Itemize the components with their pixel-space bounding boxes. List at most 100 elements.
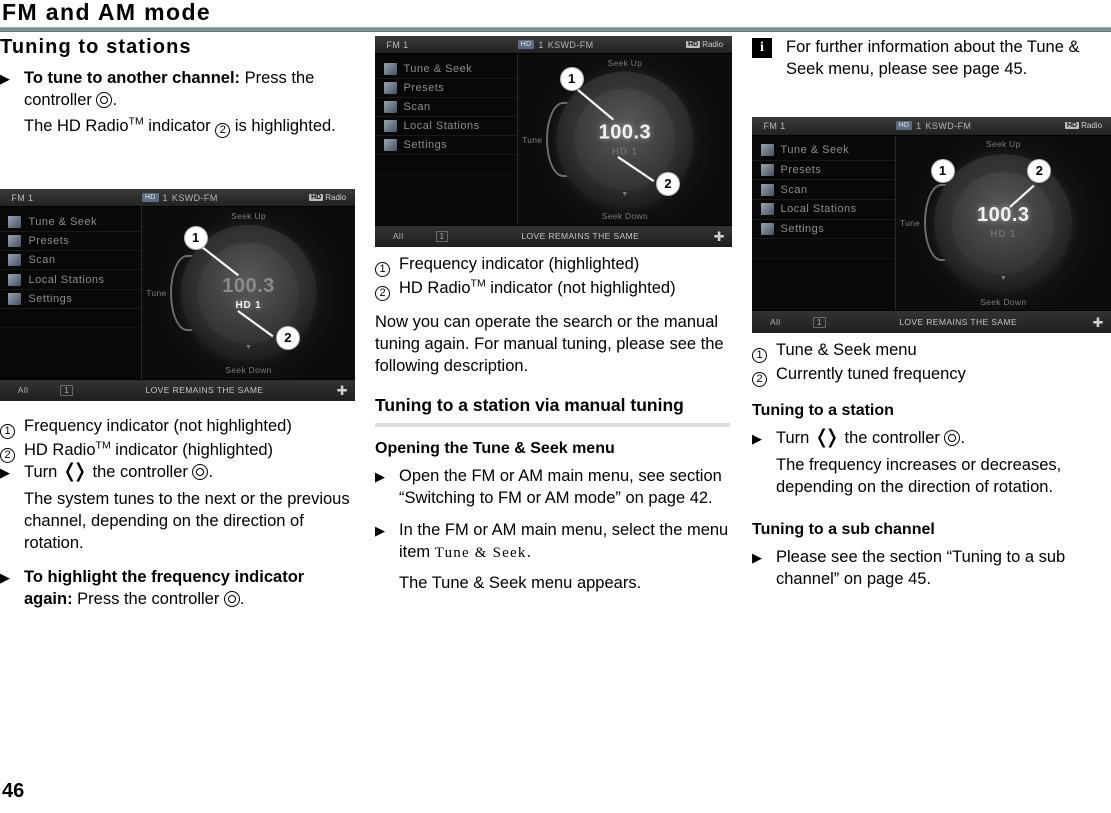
radio-menu-item-local-stations[interactable]: Local Stations [0,270,141,290]
radio-menu-item-settings[interactable]: Settings [375,136,517,156]
radio-menu-item-local-stations[interactable]: Local Stations [752,200,895,220]
radio-menu-item-settings[interactable]: Settings [0,290,141,309]
radio-topbar-center: HD 1 KSWD-FM [895,120,972,131]
tuning-dial[interactable]: 100.3 HD 1 [934,154,1073,292]
step-turn-controller-frequency: ▶ Turn ❬ ❭ the controller . [752,427,1111,450]
radio-menu-list[interactable]: Tune & Seek Presets Scan Local Stations … [375,54,518,225]
seek-down-label[interactable]: Seek Down [225,365,271,375]
radio-menu-item-label: Tune & Seek [28,215,98,228]
radio-menu-item-tune-seek[interactable]: Tune & Seek [0,213,141,232]
seek-down-tick-icon: ▼ [245,344,252,352]
call-sign: KSWD-FM [547,39,594,50]
band-filter-label: All [769,317,781,328]
minor-title-tuning-to-sub-channel: Tuning to a sub channel [752,521,935,538]
seek-down-tick-icon: ▼ [999,275,1007,283]
hd-radio-brand: HD Radio [309,193,346,202]
radio-source-label: FM 1 [763,120,786,131]
frequency-indicator: 100.3 [222,274,275,297]
tune-label[interactable]: Tune [146,288,166,298]
callout-bubble-1: 1 [560,67,583,90]
hd-radio-brand-text: Radio [702,40,724,50]
radio-menu-item-tune-seek[interactable]: Tune & Seek [752,141,895,161]
step-see-sub-channel-section: ▶ Please see the section “Tuning to a su… [752,546,1111,590]
radio-menu-item-label: Scan [403,100,431,113]
legend-row: 2 HD RadioTM indicator (not highlighted) [375,278,730,301]
radio-menu-filler [752,239,895,259]
hd-radio-indicator: HD 1 [611,145,638,157]
radio-menu-filler [0,309,141,329]
seek-up-label[interactable]: Seek Up [986,139,1021,149]
tune-label[interactable]: Tune [900,218,920,228]
now-playing-track: LOVE REMAINS THE SAME [899,317,1018,328]
seek-down-tick-icon: ▼ [621,190,629,198]
seek-up-label[interactable]: Seek Up [608,58,643,68]
step-text-a: Turn [776,429,814,447]
radio-topbar-center: HD 1 KSWD-FM [142,193,218,203]
radio-menu-item-local-stations[interactable]: Local Stations [375,117,517,137]
call-sign: KSWD-FM [925,120,972,131]
presets-icon [383,81,397,94]
legend-label: Currently tuned frequency [776,365,966,383]
tune-label[interactable]: Tune [522,135,542,145]
info-note-text: For further information about the Tune &… [786,38,1080,78]
radio-menu-item-label: Settings [780,222,825,235]
band-filter-label: All [17,385,29,396]
radio-topbar: FM 1 HD 1 KSWD-FM HD Radio [0,189,355,208]
page-number: 46 [2,780,25,802]
step-text-a: Turn [24,463,62,481]
radio-menu-item-label: Scan [28,254,56,267]
minor-title-opening-tune-seek: Opening the Tune & Seek menu [375,440,615,457]
radio-menu-list[interactable]: Tune & Seek Presets Scan Local Stations … [752,135,896,311]
callout-bubble-1: 1 [184,227,207,250]
figure-1-legend: 1 Frequency indicator (not highlighted) … [0,416,355,464]
section-title-manual-tuning: Tuning to a station via manual tuning [375,395,684,415]
radio-menu-item-tune-seek[interactable]: Tune & Seek [375,59,517,79]
bullet-triangle-icon: ▶ [375,469,385,484]
manual-page: FM and AM mode Tuning to stations ▶ To t… [0,0,1111,813]
radio-menu-item-presets[interactable]: Presets [0,232,141,252]
preset-number: 1 [538,39,544,50]
step-text: Turn ❬ ❭ the controller . [776,427,1111,449]
radio-screen-1: FM 1 HD 1 KSWD-FM HD Radio Tune & Seek P… [0,189,355,401]
radio-dial-area: Seek Up ▲ Tune 100.3 HD 1 ▼ Seek Dow [895,135,1111,311]
legend-key: 1 [752,340,776,363]
legend-label-b: indicator (highlighted) [110,441,274,459]
rotate-controller-icon: ❬ ❭ [61,460,88,482]
seek-down-label[interactable]: Seek Down [980,297,1026,307]
preset-badge: 1 [812,316,826,328]
callout-bubble-2: 2 [657,173,680,196]
trademark-superscript: TM [95,439,111,452]
seek-down-label[interactable]: Seek Down [602,211,648,221]
hd-radio-brand: HD Radio [1065,121,1102,130]
column-1: Tuning to stations ▶ To tune to another … [0,36,355,766]
controller-push-icon [192,464,209,480]
hd-logo-icon: HD [1065,122,1080,130]
step-text: In the FM or AM main menu, select the me… [399,519,730,564]
hd-radio-indicator: HD 1 [990,229,1017,241]
radio-menu-item-label: Local Stations [780,203,857,216]
figure-2: FM 1 HD 1 KSWD-FM HD Radio Tune & Seek P… [375,36,732,247]
result-frequency-increases: The frequency increases or decreases, de… [776,456,1062,496]
result-text-a: The HD Radio [24,117,129,135]
radio-menu-list[interactable]: Tune & Seek Presets Scan Local Stations … [0,207,142,379]
legend-label-a: HD Radio [24,441,96,459]
radio-menu-item-label: Tune & Seek [403,62,473,75]
column-1-lower: ▶ Turn ❬ ❭ the controller . The system tu… [0,461,355,614]
seek-up-label[interactable]: Seek Up [231,211,266,221]
figure-2-legend: 1 Frequency indicator (highlighted) 2 HD… [375,254,730,301]
radio-menu-item-scan[interactable]: Scan [0,251,141,271]
step-tune-to-another-channel: ▶ To tune to another channel: Press the … [0,67,355,111]
radio-menu-item-presets[interactable]: Presets [752,161,895,181]
hd-radio-indicator: HD 1 [235,299,262,311]
radio-menu-item-label: Scan [780,183,808,196]
radio-menu-item-presets[interactable]: Presets [375,79,517,98]
figure-1: FM 1 HD 1 KSWD-FM HD Radio Tune & Seek P… [0,189,355,401]
radio-topbar-center: HD 1 KSWD-FM [517,39,594,50]
step-select-tune-seek: ▶ In the FM or AM main menu, select the … [375,519,730,564]
radio-menu-item-scan[interactable]: Scan [375,98,517,117]
radio-menu-item-settings[interactable]: Settings [752,220,895,240]
radio-menu-item-scan[interactable]: Scan [752,180,895,200]
result-text-b: indicator [143,117,216,135]
legend-label-b: indicator (not highlighted) [485,279,676,297]
radio-menu-item-label: Presets [780,163,822,176]
